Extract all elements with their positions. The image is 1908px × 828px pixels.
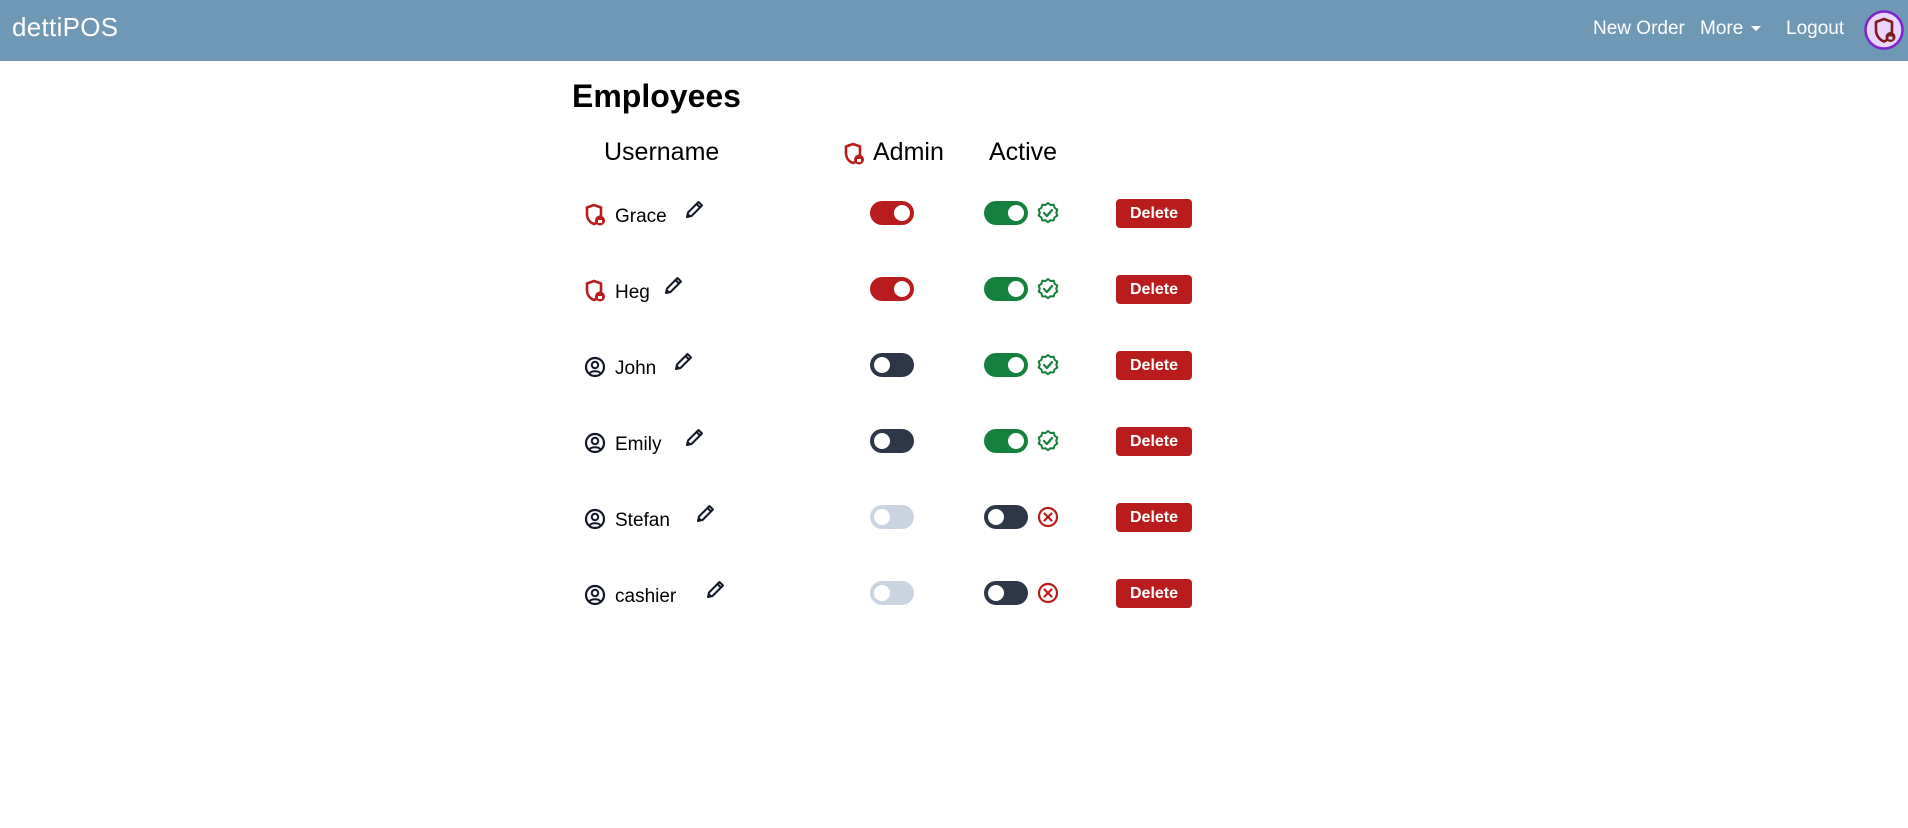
toggle-knob — [1008, 357, 1024, 373]
employee-row: John Delete — [0, 328, 1908, 404]
more-label: More — [1700, 18, 1744, 39]
admin-toggle[interactable] — [870, 353, 914, 377]
admin-shield-icon — [844, 142, 864, 165]
verified-check-icon — [1036, 201, 1060, 225]
admin-shield-icon — [584, 279, 606, 303]
verified-check-icon — [1036, 353, 1060, 377]
edit-pencil-icon[interactable] — [705, 578, 727, 600]
verified-check-icon — [1036, 277, 1060, 301]
toggle-knob — [988, 509, 1004, 525]
edit-pencil-icon[interactable] — [663, 274, 685, 296]
header-active: Active — [989, 138, 1058, 166]
active-toggle[interactable] — [984, 581, 1028, 605]
avatar-admin-shield-icon — [1864, 10, 1904, 50]
employee-row: Stefan Delete — [0, 480, 1908, 556]
caret-down-icon — [1751, 26, 1762, 32]
page-title: Employees — [572, 78, 741, 114]
employee-username: Stefan — [615, 510, 670, 531]
admin-toggle[interactable] — [870, 277, 914, 301]
admin-toggle[interactable] — [870, 429, 914, 453]
admin-toggle[interactable] — [870, 581, 914, 605]
user-circle-icon — [584, 431, 606, 455]
admin-toggle[interactable] — [870, 201, 914, 225]
toggle-knob — [874, 585, 890, 601]
employee-row: Heg Delete — [0, 252, 1908, 328]
edit-pencil-icon[interactable] — [684, 426, 706, 448]
delete-button[interactable]: Delete — [1116, 351, 1192, 380]
employee-row: Grace Delete — [0, 176, 1908, 252]
delete-button[interactable]: Delete — [1116, 503, 1192, 532]
toggle-knob — [874, 357, 890, 373]
edit-pencil-icon[interactable] — [673, 350, 695, 372]
employee-row: Emily Delete — [0, 404, 1908, 480]
toggle-knob — [874, 433, 890, 449]
active-toggle[interactable] — [984, 429, 1028, 453]
employee-username: Heg — [615, 282, 650, 303]
edit-pencil-icon[interactable] — [695, 502, 717, 524]
header-admin: Admin — [873, 138, 944, 166]
user-circle-icon — [584, 355, 606, 379]
active-toggle[interactable] — [984, 201, 1028, 225]
delete-button[interactable]: Delete — [1116, 199, 1192, 228]
more-dropdown[interactable]: More — [1700, 18, 1762, 40]
new-order-link[interactable]: New Order — [1593, 18, 1685, 40]
toggle-knob — [894, 281, 910, 297]
toggle-knob — [1008, 433, 1024, 449]
employee-username: Grace — [615, 206, 667, 227]
verified-check-icon — [1036, 429, 1060, 453]
navbar: dettiPOS New Order More Logout — [0, 0, 1908, 61]
toggle-knob — [1008, 281, 1024, 297]
x-circle-icon — [1036, 505, 1060, 529]
active-toggle[interactable] — [984, 505, 1028, 529]
user-avatar[interactable] — [1864, 10, 1904, 50]
edit-pencil-icon[interactable] — [684, 198, 706, 220]
header-username: Username — [604, 138, 720, 166]
employee-username: Emily — [615, 434, 662, 455]
brand-logo[interactable]: dettiPOS — [12, 12, 118, 43]
x-circle-icon — [1036, 581, 1060, 605]
user-circle-icon — [584, 583, 606, 607]
toggle-knob — [1008, 205, 1024, 221]
logout-link[interactable]: Logout — [1786, 18, 1844, 40]
toggle-knob — [988, 585, 1004, 601]
delete-button[interactable]: Delete — [1116, 579, 1192, 608]
toggle-knob — [894, 205, 910, 221]
user-circle-icon — [584, 507, 606, 531]
employee-username: John — [615, 358, 657, 379]
employee-username: cashier — [615, 586, 677, 607]
active-toggle[interactable] — [984, 353, 1028, 377]
delete-button[interactable]: Delete — [1116, 427, 1192, 456]
active-toggle[interactable] — [984, 277, 1028, 301]
toggle-knob — [874, 509, 890, 525]
admin-toggle[interactable] — [870, 505, 914, 529]
admin-shield-icon — [584, 203, 606, 227]
delete-button[interactable]: Delete — [1116, 275, 1192, 304]
employee-row: cashier Delete — [0, 556, 1908, 632]
